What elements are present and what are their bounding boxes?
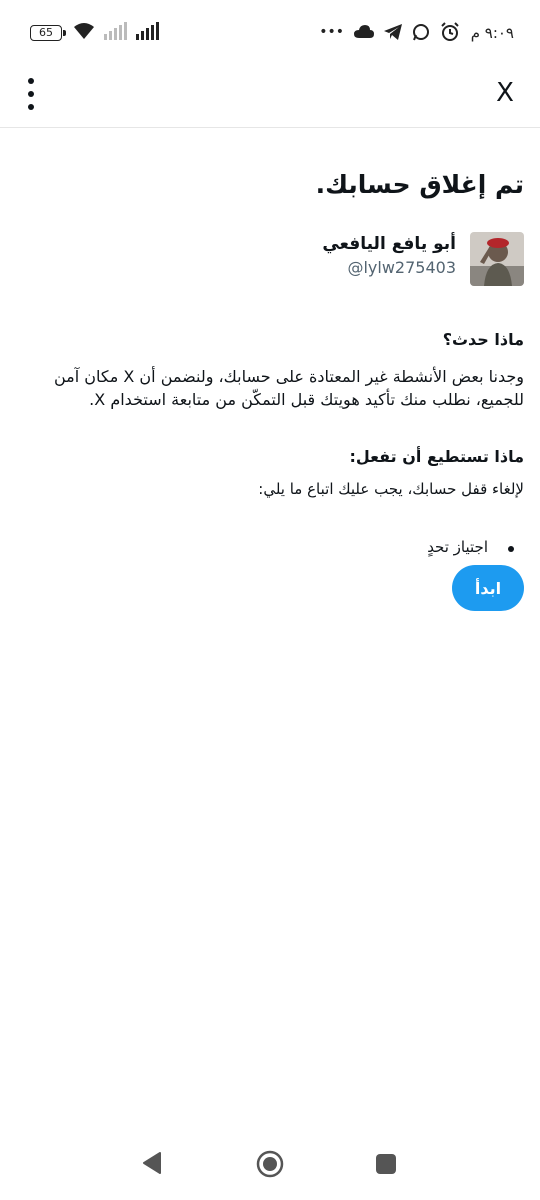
what-to-do-heading: ماذا تستطيع أن تفعل:	[349, 447, 524, 466]
notification-icons: •••	[319, 22, 460, 42]
telegram-icon	[384, 24, 402, 40]
cloud-icon	[354, 25, 374, 38]
menu-dot	[28, 104, 34, 110]
back-icon[interactable]	[142, 1152, 162, 1174]
close-button[interactable]: X	[492, 78, 518, 108]
home-icon[interactable]	[256, 1150, 284, 1178]
wifi-icon	[74, 23, 94, 39]
system-nav-bar	[0, 1130, 540, 1200]
more-vertical-icon[interactable]	[22, 78, 40, 110]
signal-group	[72, 22, 160, 40]
battery-level: 65	[39, 26, 53, 39]
menu-dot	[28, 78, 34, 84]
avatar-image	[470, 232, 524, 286]
app-header: X	[0, 64, 540, 128]
clock: ٩:٠٩ م	[470, 24, 514, 42]
recent-apps-icon[interactable]	[376, 1154, 396, 1174]
alarm-icon	[441, 22, 459, 41]
page-title: تم إغلاق حسابك.	[315, 170, 524, 199]
account-card: أبو يافع اليافعي @lylw275403	[16, 232, 524, 292]
avatar	[470, 232, 524, 286]
signal-strong-icon	[136, 22, 159, 40]
what-happened-text: وجدنا بعض الأنشطة غير المعتادة على حسابك…	[53, 367, 524, 409]
signal-weak-icon	[104, 22, 127, 40]
locked-account-panel: تم إغلاق حسابك. أبو يافع اليافعي @lylw27…	[16, 160, 524, 556]
what-to-do-text: لإلغاء قفل حسابك، يجب عليك اتباع ما يلي:	[258, 480, 524, 498]
list-item: اجتياز تحدٍ	[16, 538, 514, 556]
steps-list: اجتياز تحدٍ	[16, 538, 524, 556]
status-bar: 65 ••• ٩:٠٩ م	[0, 0, 540, 64]
what-happened-heading: ماذا حدث؟	[442, 330, 524, 349]
start-button[interactable]: ابدأ	[452, 565, 524, 611]
more-notifications-icon: •••	[319, 24, 344, 40]
account-name: أبو يافع اليافعي	[322, 234, 456, 254]
account-handle: @lylw275403	[347, 258, 456, 277]
menu-dot	[28, 91, 34, 97]
whatsapp-icon	[413, 24, 429, 41]
battery-icon: 65	[30, 25, 66, 41]
